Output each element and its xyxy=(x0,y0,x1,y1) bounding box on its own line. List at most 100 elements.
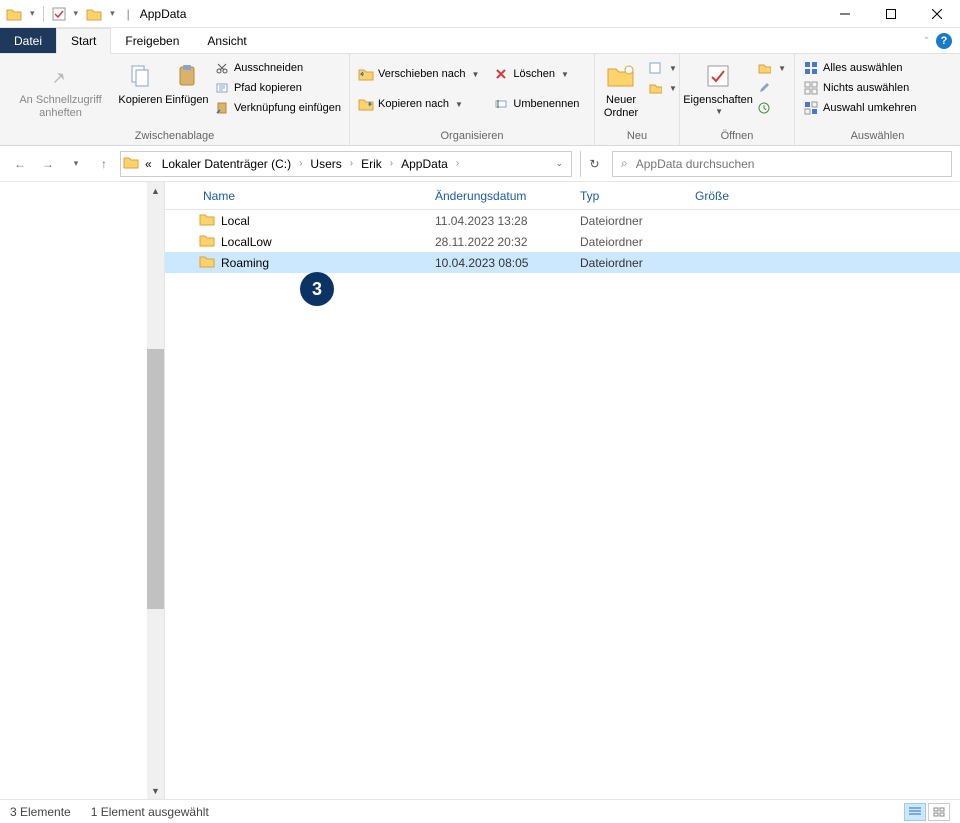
window-controls xyxy=(822,0,960,28)
invert-selection-button[interactable]: Auswahl umkehren xyxy=(799,98,921,118)
ribbon-tabs-right: ˆ ? xyxy=(925,28,960,53)
tab-ansicht[interactable]: Ansicht xyxy=(193,28,260,53)
organize-left-col: Verschieben nach▼ Kopieren nach▼ xyxy=(354,56,483,114)
maximize-button[interactable] xyxy=(868,0,914,28)
pin-label: An Schnellzugriff anheften xyxy=(10,94,111,120)
select-group-label: Auswählen xyxy=(795,128,960,145)
scroll-thumb[interactable] xyxy=(147,349,164,609)
crumb-2[interactable]: Erik xyxy=(357,157,386,171)
qat-dropdown-3[interactable]: ▾ xyxy=(108,8,117,19)
rename-button[interactable]: Umbenennen xyxy=(489,94,583,114)
col-header-type[interactable]: Typ xyxy=(570,189,685,203)
crumb-1[interactable]: Users xyxy=(306,157,345,171)
navigation-pane[interactable]: ▲ ▼ xyxy=(0,182,165,799)
select-all-label: Alles auswählen xyxy=(823,62,903,74)
file-date: 10.04.2023 08:05 xyxy=(425,256,570,270)
minimize-button[interactable] xyxy=(822,0,868,28)
view-large-icons-button[interactable] xyxy=(928,803,950,821)
history-button[interactable] xyxy=(752,98,790,118)
new-folder-icon xyxy=(606,60,636,92)
ribbon-group-clipboard: An Schnellzugriff anheften Kopieren Einf… xyxy=(0,54,350,145)
open-button[interactable]: ▼ xyxy=(752,58,790,78)
tab-start[interactable]: Start xyxy=(56,28,111,54)
qat-dropdown[interactable]: ▾ xyxy=(28,8,37,19)
move-to-label: Verschieben nach xyxy=(378,68,465,80)
copy-path-button[interactable]: Pfad kopieren xyxy=(210,78,345,98)
file-row[interactable]: Roaming 10.04.2023 08:05Dateiordner xyxy=(165,252,960,273)
paste-button[interactable]: Einfügen xyxy=(164,56,210,107)
new-item-button[interactable]: ▼ xyxy=(643,58,681,78)
crumb-sep-0[interactable]: › xyxy=(297,158,304,169)
easy-access-icon xyxy=(647,80,663,96)
view-details-button[interactable] xyxy=(904,803,926,821)
rename-label: Umbenennen xyxy=(513,98,579,110)
organize-group-label: Organisieren xyxy=(350,128,594,145)
column-headers: Name Änderungsdatum Typ Größe xyxy=(165,182,960,210)
select-all-button[interactable]: Alles auswählen xyxy=(799,58,921,78)
scroll-up-arrow[interactable]: ▲ xyxy=(147,182,164,199)
file-name: LocalLow xyxy=(221,235,272,249)
qat-dropdown-2[interactable]: ▾ xyxy=(72,8,81,19)
new-folder-label: Neuer Ordner xyxy=(604,94,638,120)
easy-access-button[interactable]: ▼ xyxy=(643,78,681,98)
copy-to-button[interactable]: Kopieren nach▼ xyxy=(354,94,483,114)
nav-up-button[interactable]: ↑ xyxy=(92,152,116,176)
help-icon[interactable]: ? xyxy=(936,33,952,49)
crumb-0[interactable]: Lokaler Datenträger (C:) xyxy=(158,157,295,171)
select-none-button[interactable]: Nichts auswählen xyxy=(799,78,921,98)
select-none-label: Nichts auswählen xyxy=(823,82,909,94)
address-bar[interactable]: « Lokaler Datenträger (C:) › Users › Eri… xyxy=(120,151,572,177)
nav-scrollbar[interactable]: ▲ ▼ xyxy=(147,182,164,799)
file-name: Local xyxy=(221,214,250,228)
new-folder-button[interactable]: Neuer Ordner xyxy=(599,56,643,120)
file-name: Roaming xyxy=(221,256,269,270)
col-header-name[interactable]: Name xyxy=(165,189,425,203)
move-to-icon xyxy=(358,66,374,82)
open-small-buttons: ▼ xyxy=(752,56,790,118)
scissors-icon xyxy=(214,60,230,76)
copy-button[interactable]: Kopieren xyxy=(117,56,164,107)
col-header-date[interactable]: Änderungsdatum xyxy=(425,189,570,203)
close-button[interactable] xyxy=(914,0,960,28)
tab-datei[interactable]: Datei xyxy=(0,28,56,53)
file-type: Dateiordner xyxy=(570,256,685,270)
search-input[interactable] xyxy=(636,157,943,171)
annotation-badge: 3 xyxy=(300,272,334,306)
move-to-button[interactable]: Verschieben nach▼ xyxy=(354,64,483,84)
delete-button[interactable]: Löschen▼ xyxy=(489,64,583,84)
titlebar-left: ▾ ▾ ▾ | AppData xyxy=(0,6,186,22)
pin-to-quick-access-button[interactable]: An Schnellzugriff anheften xyxy=(4,56,117,120)
qat-properties-icon[interactable] xyxy=(50,7,68,21)
crumb-sep-2[interactable]: › xyxy=(388,158,395,169)
file-type: Dateiordner xyxy=(570,235,685,249)
nav-back-button[interactable]: ← xyxy=(8,152,32,176)
scroll-down-arrow[interactable]: ▼ xyxy=(147,782,164,799)
crumb-sep-1[interactable]: › xyxy=(348,158,355,169)
ribbon-tabs: Datei Start Freigeben Ansicht ˆ ? xyxy=(0,28,960,54)
cut-button[interactable]: Ausschneiden xyxy=(210,58,345,78)
crumb-prefix: « xyxy=(141,157,156,171)
crumb-sep-3[interactable]: › xyxy=(454,158,461,169)
file-row[interactable]: LocalLow28.11.2022 20:32Dateiordner xyxy=(165,231,960,252)
pin-icon xyxy=(47,60,75,92)
file-row[interactable]: Local11.04.2023 13:28Dateiordner xyxy=(165,210,960,231)
paste-shortcut-button[interactable]: Verknüpfung einfügen xyxy=(210,98,345,118)
ribbon-group-open: Eigenschaften ▼ ▼ Öffnen xyxy=(680,54,795,145)
qat-newfolder-icon[interactable] xyxy=(84,7,104,21)
invert-selection-label: Auswahl umkehren xyxy=(823,102,917,114)
edit-button[interactable] xyxy=(752,78,790,98)
address-dropdown-icon[interactable]: ⌄ xyxy=(549,158,569,169)
folder-icon xyxy=(199,254,215,271)
file-list-pane: Name Änderungsdatum Typ Größe Local11.04… xyxy=(165,182,960,799)
nav-forward-button[interactable]: → xyxy=(36,152,60,176)
search-box[interactable]: ⌕ xyxy=(612,151,952,177)
select-all-icon xyxy=(803,60,819,76)
nav-recent-dropdown[interactable]: ▾ xyxy=(64,152,88,176)
refresh-button[interactable]: ↻ xyxy=(580,151,608,177)
crumb-3[interactable]: AppData xyxy=(397,157,452,171)
history-icon xyxy=(756,100,772,116)
tab-freigeben[interactable]: Freigeben xyxy=(111,28,193,53)
col-header-size[interactable]: Größe xyxy=(685,189,765,203)
ribbon-collapse-icon[interactable]: ˆ xyxy=(925,36,928,46)
properties-button[interactable]: Eigenschaften ▼ xyxy=(684,56,752,117)
